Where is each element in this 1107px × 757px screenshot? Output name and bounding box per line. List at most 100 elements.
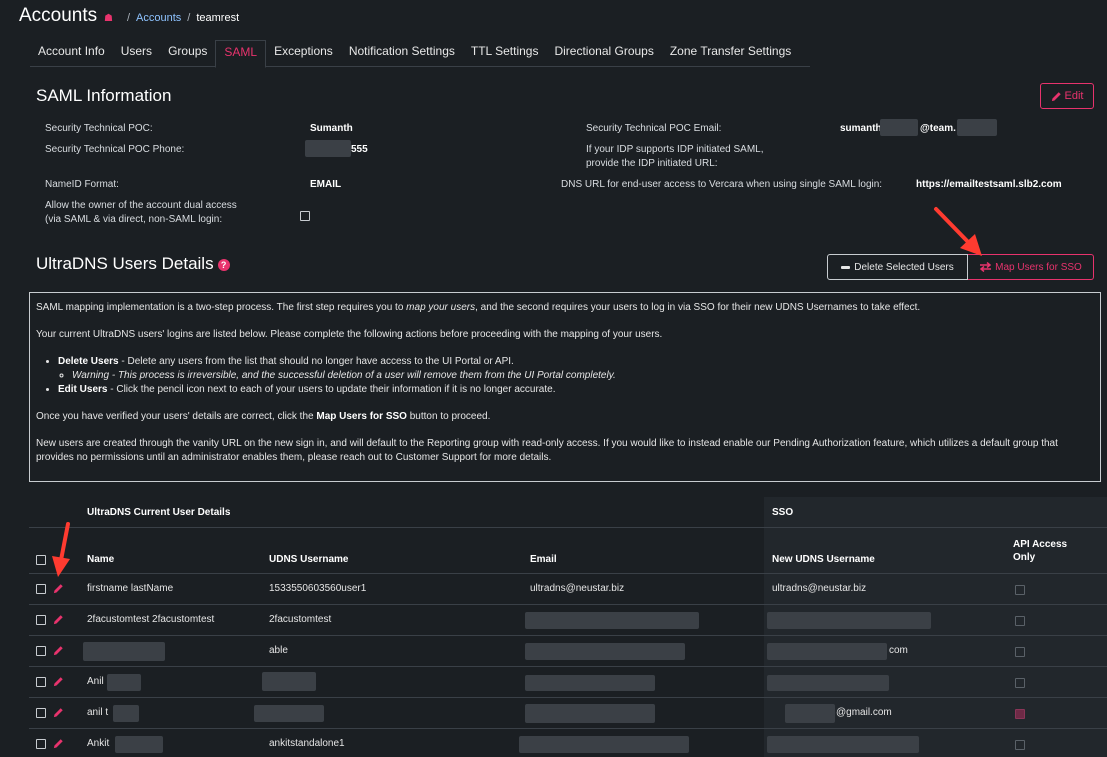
saml-mapping-info: SAML mapping implementation is a two-ste… bbox=[29, 292, 1101, 482]
tab-account-info[interactable]: Account Info bbox=[30, 40, 113, 67]
pencil-icon[interactable] bbox=[53, 676, 64, 687]
cell-name: firstname lastName bbox=[87, 583, 174, 594]
map-users-for-sso-button[interactable]: Map Users for SSO bbox=[968, 254, 1094, 280]
dual-access-checkbox[interactable] bbox=[300, 211, 310, 221]
pencil-icon[interactable] bbox=[53, 614, 64, 625]
row-checkbox[interactable] bbox=[36, 615, 46, 625]
redacted-block bbox=[115, 736, 163, 753]
poc-email-label: Security Technical POC Email: bbox=[586, 123, 722, 134]
col-header-name[interactable]: Name bbox=[87, 553, 114, 566]
help-icon[interactable]: ? bbox=[217, 258, 230, 271]
annotation-arrow bbox=[934, 207, 982, 256]
page-title: Accounts bbox=[19, 5, 98, 26]
info-paragraph: SAML mapping implementation is a two-ste… bbox=[36, 302, 921, 313]
dual-access-label-line2: (via SAML & via direct, non-SAML login: bbox=[45, 214, 223, 225]
row-checkbox[interactable] bbox=[36, 646, 46, 656]
poc-phone-value: 555 bbox=[351, 144, 368, 155]
redacted-block bbox=[785, 704, 835, 723]
cell-udns-username: ankitstandalone1 bbox=[269, 738, 345, 749]
nameid-label: NameID Format: bbox=[45, 179, 119, 190]
poc-email-domain: @team. bbox=[920, 123, 956, 134]
breadcrumb-accounts-link[interactable]: Accounts bbox=[136, 12, 181, 24]
redacted-block bbox=[767, 643, 887, 660]
table-row: Ankit ankitstandalone1 bbox=[29, 728, 1107, 757]
redacted-block bbox=[519, 736, 689, 753]
info-paragraph: Once you have verified your users' detai… bbox=[36, 411, 491, 422]
redacted-block bbox=[767, 675, 889, 691]
api-only-checkbox[interactable] bbox=[1015, 740, 1025, 750]
redacted-block bbox=[525, 675, 655, 691]
home-icon[interactable]: ☗ bbox=[104, 13, 113, 24]
cell-new-udns-username: @gmail.com bbox=[836, 707, 892, 718]
dns-url-label: DNS URL for end-user access to Vercara w… bbox=[561, 179, 883, 190]
redacted-block bbox=[525, 643, 685, 660]
api-only-checkbox[interactable] bbox=[1015, 709, 1025, 719]
info-list: Delete Users - Delete any users from the… bbox=[58, 355, 1094, 397]
tab-groups[interactable]: Groups bbox=[160, 40, 215, 67]
info-list-item: Edit Users - Click the pencil icon next … bbox=[58, 383, 1094, 397]
api-only-checkbox[interactable] bbox=[1015, 647, 1025, 657]
redacted-block bbox=[83, 642, 165, 661]
cell-udns-username: 1533550603560user1 bbox=[269, 583, 367, 594]
users-details-heading: UltraDNS Users Details? bbox=[36, 254, 230, 274]
cell-name: Anil bbox=[87, 676, 104, 687]
idp-url-label-line2: provide the IDP initiated URL: bbox=[586, 158, 718, 169]
api-only-checkbox[interactable] bbox=[1015, 616, 1025, 626]
poc-email-prefix: sumanth bbox=[840, 123, 882, 134]
breadcrumb: ☗ / Accounts / teamrest bbox=[104, 12, 240, 24]
cell-name: Ankit bbox=[87, 738, 110, 749]
col-header-api-access-only[interactable]: API Access Only bbox=[1013, 538, 1067, 564]
info-paragraph: New users are created through the vanity… bbox=[36, 438, 1058, 463]
poc-label: Security Technical POC: bbox=[45, 123, 153, 134]
users-table: UltraDNS Current User Details SSO Name U… bbox=[29, 497, 1107, 757]
row-checkbox[interactable] bbox=[36, 677, 46, 687]
pencil-icon[interactable] bbox=[53, 707, 64, 718]
dual-access-label-line1: Allow the owner of the account dual acce… bbox=[45, 200, 237, 211]
users-action-buttons: Delete Selected Users Map Users for SSO bbox=[827, 254, 1094, 280]
table-row: anil t @gmail.com bbox=[29, 697, 1107, 728]
pencil-icon bbox=[1051, 91, 1061, 101]
pencil-icon[interactable] bbox=[53, 645, 64, 656]
minus-icon bbox=[841, 265, 851, 269]
group-header-sso: SSO bbox=[772, 507, 794, 518]
saml-information-heading: SAML Information bbox=[36, 86, 172, 105]
tab-exceptions[interactable]: Exceptions bbox=[266, 40, 341, 67]
api-only-checkbox[interactable] bbox=[1015, 678, 1025, 688]
api-only-checkbox[interactable] bbox=[1015, 585, 1025, 595]
redacted-block bbox=[262, 672, 316, 691]
redacted-block bbox=[767, 736, 919, 753]
tab-notification-settings[interactable]: Notification Settings bbox=[341, 40, 463, 67]
cell-new-udns-username: ultradns@neustar.biz bbox=[772, 583, 867, 594]
redacted-block bbox=[525, 704, 655, 723]
tab-bar: Account Info Users Groups SAML Exception… bbox=[30, 40, 810, 68]
cell-new-udns-username: com bbox=[889, 645, 908, 656]
redacted-block bbox=[107, 674, 141, 691]
tab-zone-transfer-settings[interactable]: Zone Transfer Settings bbox=[662, 40, 799, 67]
info-warning: Warning - This process is irreversible, … bbox=[72, 369, 1094, 383]
redacted-block bbox=[254, 705, 324, 722]
table-row: Anil bbox=[29, 666, 1107, 697]
pencil-icon[interactable] bbox=[53, 738, 64, 749]
col-header-email[interactable]: Email bbox=[530, 553, 557, 566]
redacted-block bbox=[525, 612, 699, 629]
cell-email: ultradns@neustar.biz bbox=[530, 583, 625, 594]
tab-saml[interactable]: SAML bbox=[215, 40, 267, 68]
tab-users[interactable]: Users bbox=[113, 40, 160, 67]
row-checkbox[interactable] bbox=[36, 739, 46, 749]
cell-name: anil t bbox=[87, 707, 109, 718]
redacted-block bbox=[767, 612, 931, 629]
idp-url-label-line1: If your IDP supports IDP initiated SAML, bbox=[586, 144, 764, 155]
pencil-icon[interactable] bbox=[53, 583, 64, 594]
table-row: 2facustomtest 2facustomtest 2facustomtes… bbox=[29, 604, 1107, 635]
info-paragraph: Your current UltraDNS users' logins are … bbox=[36, 329, 663, 340]
poc-phone-label: Security Technical POC Phone: bbox=[45, 144, 185, 155]
col-header-new-udns-username[interactable]: New UDNS Username bbox=[772, 553, 875, 566]
edit-button[interactable]: Edit bbox=[1040, 83, 1094, 109]
col-header-udns-username[interactable]: UDNS Username bbox=[269, 553, 348, 566]
delete-selected-users-button[interactable]: Delete Selected Users bbox=[827, 254, 968, 280]
select-all-checkbox[interactable] bbox=[36, 555, 46, 565]
row-checkbox[interactable] bbox=[36, 584, 46, 594]
row-checkbox[interactable] bbox=[36, 708, 46, 718]
tab-ttl-settings[interactable]: TTL Settings bbox=[463, 40, 547, 67]
tab-directional-groups[interactable]: Directional Groups bbox=[546, 40, 661, 67]
